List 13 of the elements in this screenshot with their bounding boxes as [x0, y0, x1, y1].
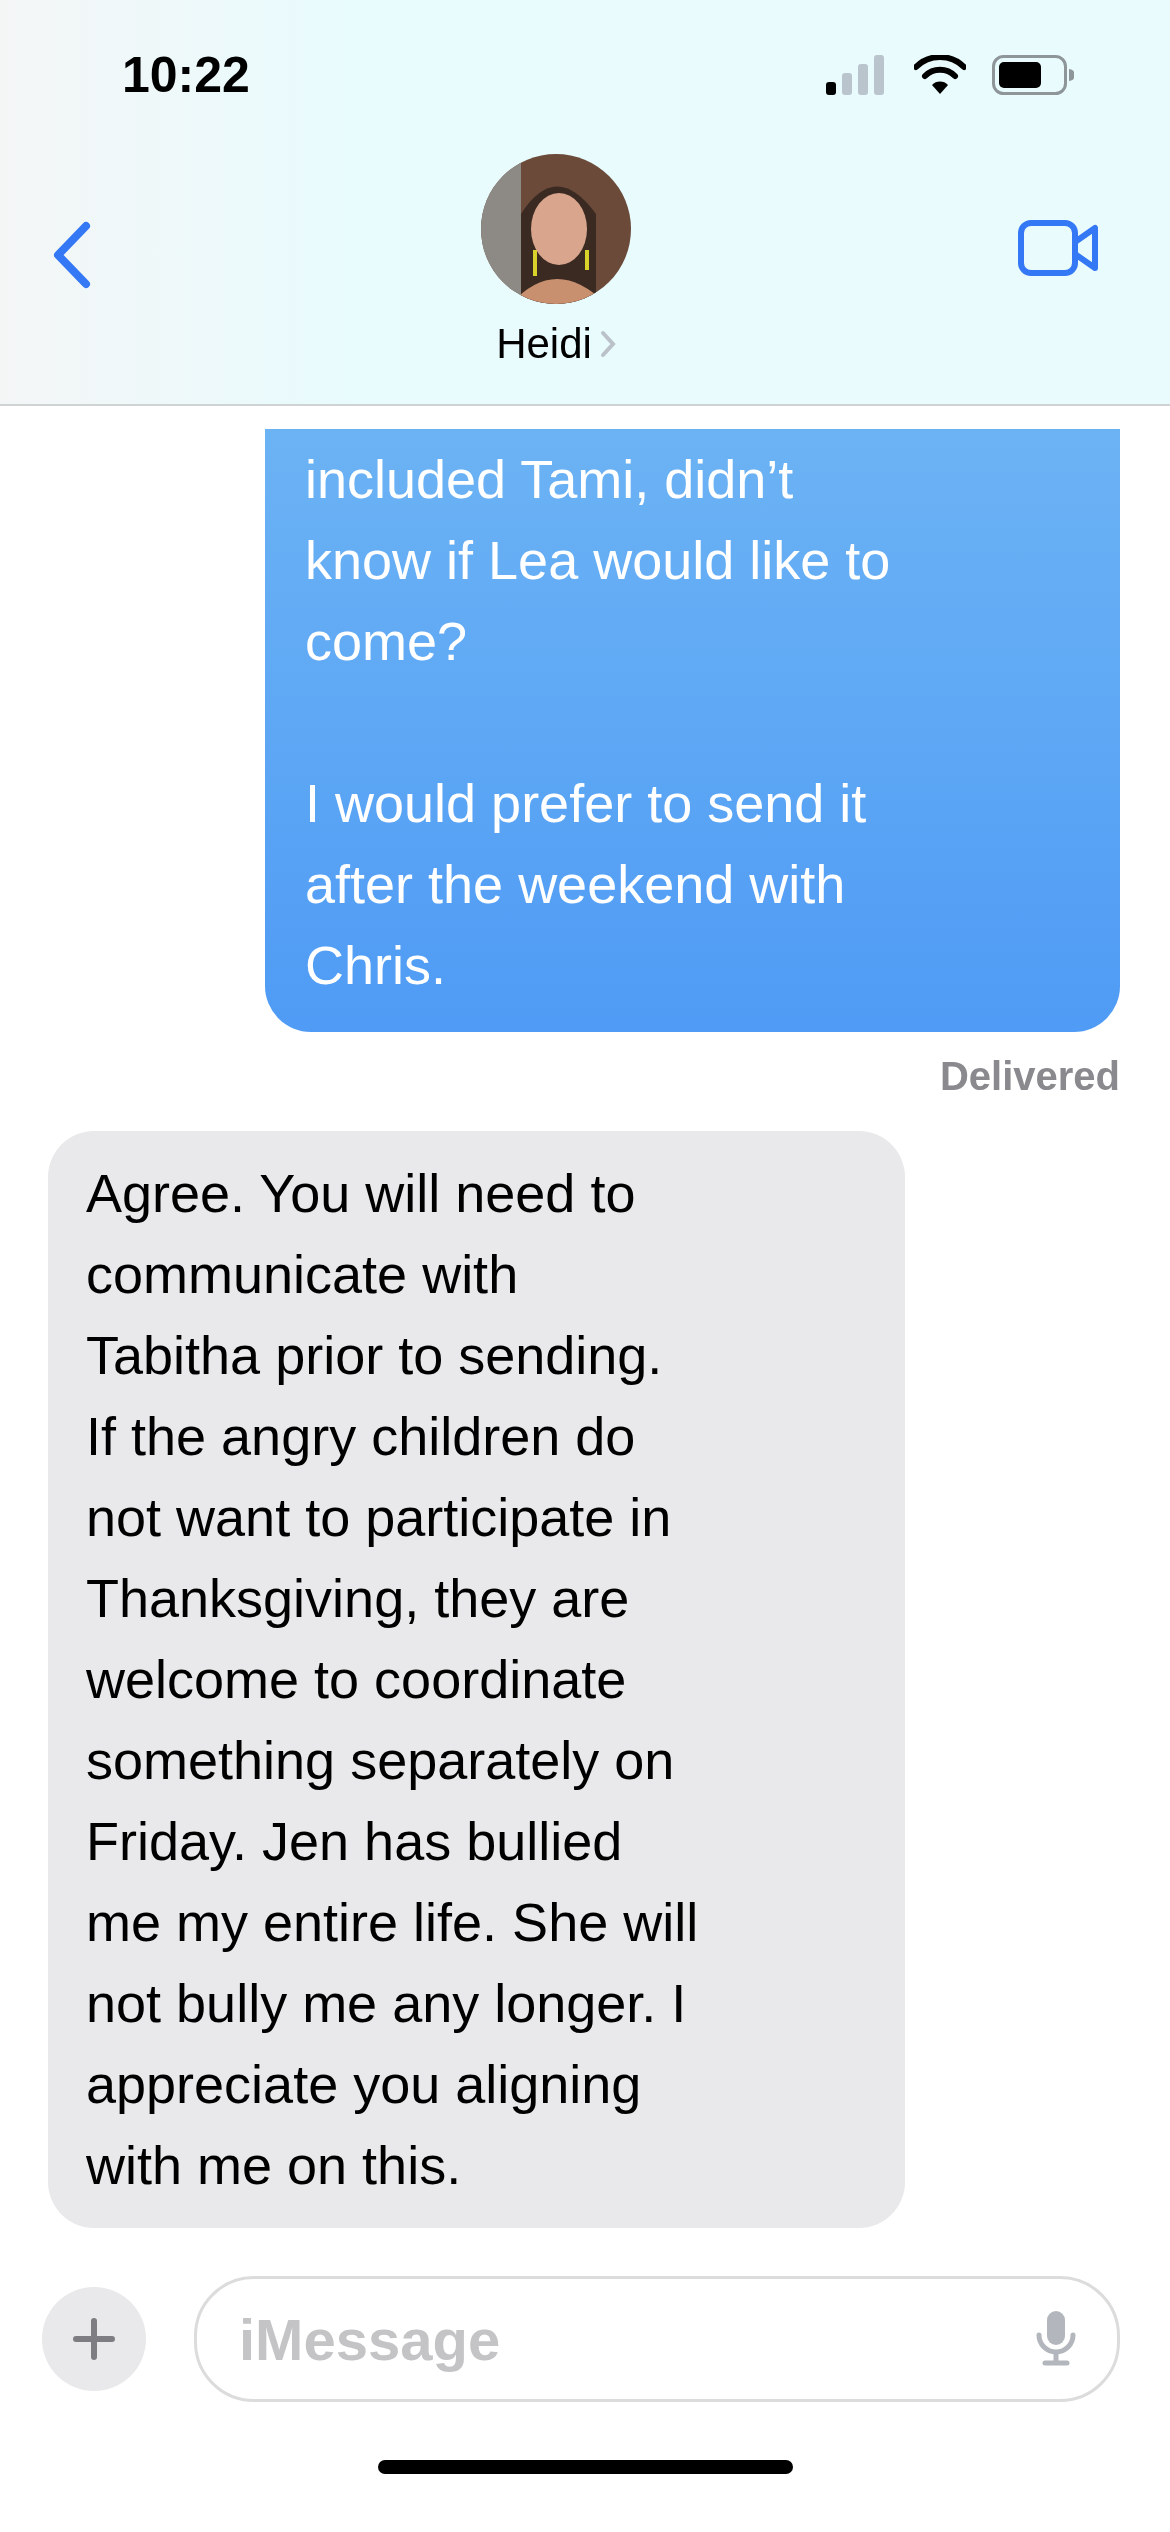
microphone-icon[interactable]: [1035, 2311, 1077, 2367]
delivery-status: Delivered: [939, 1054, 1120, 1099]
chevron-icon: [599, 329, 616, 359]
contact-name-button[interactable]: Heidi: [496, 320, 616, 368]
message-bubble: included Tami, didn’t know if Lea would like to come? I would prefer to send it after the weekend with Chris.: [265, 429, 1120, 1032]
wifi-icon: [914, 55, 966, 95]
message-input[interactable]: iMessage: [237, 2304, 1035, 2374]
message-bubble: Agree. You will need to communicate with Tabitha prior to sending. If the angry children do not want to participate in Thanksgiving, they are welcome to coordinate something separately on Friday. Jen has bullied me my entire life. She will not bully me any longer. I appreciate you aligning with me on this.: [48, 1131, 905, 2228]
battery-icon: [992, 55, 1074, 95]
plus-icon: [73, 2318, 115, 2360]
status-time: 10:22: [122, 46, 250, 104]
message-field[interactable]: iMessage: [194, 2276, 1120, 2402]
video-call-button[interactable]: [1018, 220, 1100, 276]
